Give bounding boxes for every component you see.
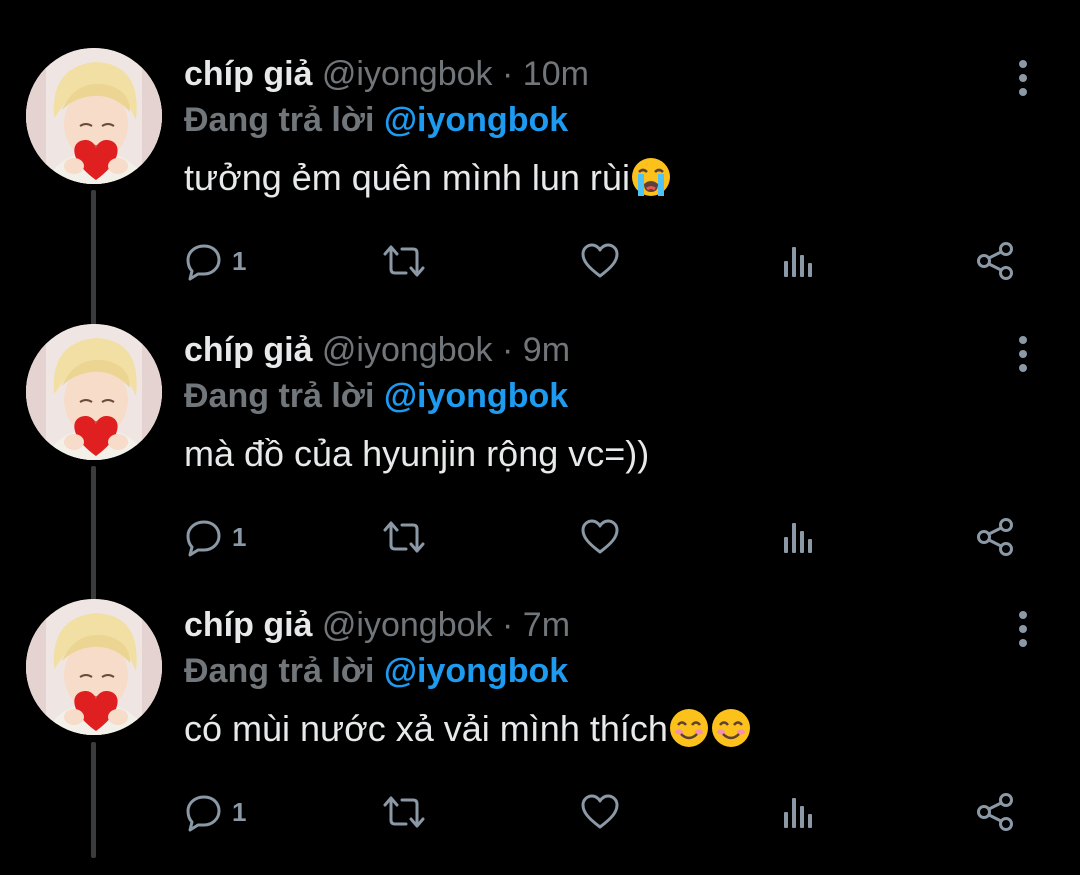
share-icon — [977, 242, 1013, 280]
separator-dot: · — [502, 55, 514, 93]
like-icon — [581, 794, 619, 829]
like-button[interactable] — [580, 787, 620, 837]
retweet-icon — [383, 796, 425, 828]
more-options-icon[interactable] — [1012, 60, 1036, 96]
reply-count: 1 — [232, 521, 247, 552]
tweet-text-content: có mùi nước xả vải mình thích — [184, 708, 668, 749]
like-button[interactable] — [580, 236, 620, 286]
more-options-icon[interactable] — [1012, 611, 1036, 647]
smiling-face-emoji — [710, 707, 752, 749]
replying-to-label: Đang trả lời — [184, 652, 375, 690]
reply-button[interactable]: 1 — [184, 512, 246, 562]
tweet[interactable]: chíp giả @iyongbok · 10m Đang trả lời @i… — [0, 48, 1080, 324]
display-name[interactable]: chíp giả — [184, 606, 312, 644]
replying-to-handle[interactable]: @iyongbok — [384, 101, 568, 139]
reply-icon — [186, 795, 221, 832]
replying-to: Đang trả lời @iyongbok — [184, 100, 568, 140]
analytics-button[interactable] — [778, 787, 818, 837]
retweet-button[interactable] — [382, 512, 426, 562]
tweet-actions: 1 — [184, 236, 1024, 286]
reply-count: 1 — [232, 245, 247, 276]
avatar[interactable] — [26, 324, 162, 460]
retweet-button[interactable] — [382, 236, 426, 286]
analytics-icon — [784, 523, 812, 553]
user-handle[interactable]: @iyongbok — [322, 55, 493, 93]
retweet-button[interactable] — [382, 787, 426, 837]
tweet-header: chíp giả @iyongbok · 10m — [184, 54, 589, 94]
analytics-button[interactable] — [778, 236, 818, 286]
reply-button[interactable]: 1 — [184, 236, 246, 286]
display-name[interactable]: chíp giả — [184, 331, 312, 369]
replying-to: Đang trả lời @iyongbok — [184, 376, 568, 416]
avatar[interactable] — [26, 48, 162, 184]
tweet-text: mà đồ của hyunjin rộng vc=)) — [184, 432, 649, 476]
tweet[interactable]: chíp giả @iyongbok · 9m Đang trả lời @iy… — [0, 324, 1080, 600]
share-button[interactable] — [974, 512, 1016, 562]
like-icon — [581, 243, 619, 278]
share-button[interactable] — [974, 787, 1016, 837]
like-button[interactable] — [580, 512, 620, 562]
tweet-header: chíp giả @iyongbok · 9m — [184, 330, 570, 370]
tweet-text-content: mà đồ của hyunjin rộng vc=)) — [184, 433, 650, 474]
tweet-text: có mùi nước xả vải mình thích — [184, 707, 752, 751]
tweet-text-content: tưởng ẻm quên mình lun rùi — [184, 157, 630, 198]
share-icon — [977, 518, 1013, 556]
replying-to: Đang trả lời @iyongbok — [184, 651, 568, 691]
analytics-icon — [784, 798, 812, 828]
replying-to-label: Đang trả lời — [184, 101, 375, 139]
display-name[interactable]: chíp giả — [184, 55, 312, 93]
replying-to-handle[interactable]: @iyongbok — [384, 652, 568, 690]
share-icon — [977, 793, 1013, 831]
separator-dot: · — [502, 606, 514, 644]
reply-count: 1 — [232, 796, 247, 827]
user-handle[interactable]: @iyongbok — [322, 331, 493, 369]
replying-to-label: Đang trả lời — [184, 377, 375, 415]
smiling-face-emoji — [668, 707, 710, 749]
avatar[interactable] — [26, 599, 162, 735]
replying-to-handle[interactable]: @iyongbok — [384, 377, 568, 415]
reply-icon — [186, 520, 221, 557]
analytics-icon — [784, 247, 812, 277]
tweet-actions: 1 — [184, 512, 1024, 562]
reply-button[interactable]: 1 — [184, 787, 246, 837]
share-button[interactable] — [974, 236, 1016, 286]
like-icon — [581, 519, 619, 554]
retweet-icon — [383, 245, 425, 277]
tweet-text: tưởng ẻm quên mình lun rùi — [184, 156, 672, 200]
tweet[interactable]: chíp giả @iyongbok · 7m Đang trả lời @iy… — [0, 599, 1080, 875]
tweet-actions: 1 — [184, 787, 1024, 837]
retweet-icon — [383, 521, 425, 553]
analytics-button[interactable] — [778, 512, 818, 562]
timestamp[interactable]: 7m — [523, 606, 570, 644]
timestamp[interactable]: 9m — [523, 331, 570, 369]
tweet-header: chíp giả @iyongbok · 7m — [184, 605, 570, 645]
timestamp[interactable]: 10m — [523, 55, 589, 93]
reply-icon — [186, 244, 221, 281]
loudly-crying-face-emoji — [630, 156, 672, 198]
separator-dot: · — [502, 331, 514, 369]
more-options-icon[interactable] — [1012, 336, 1036, 372]
user-handle[interactable]: @iyongbok — [322, 606, 493, 644]
